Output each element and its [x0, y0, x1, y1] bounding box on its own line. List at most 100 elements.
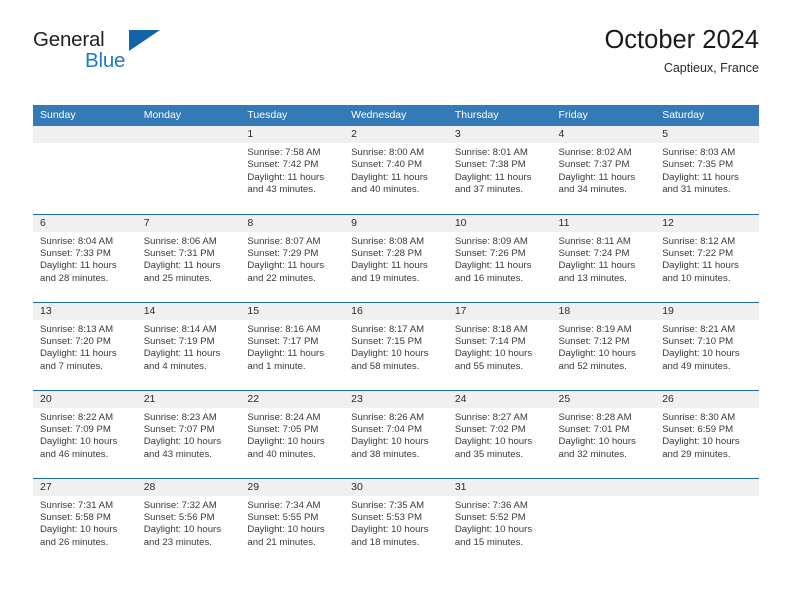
sunrise-text: Sunrise: 7:34 AM [247, 499, 321, 511]
calendar-day-cell[interactable]: 8 Sunrise: 8:07 AM Sunset: 7:29 PM Daylight… [240, 213, 345, 302]
daylight-text-line2: and 4 minutes. [143, 360, 207, 372]
daylight-text-line2: and 37 minutes. [454, 184, 524, 196]
calendar-day-cell[interactable]: 18 Sunrise: 8:19 AM Sunset: 7:12 PM Dayligh… [551, 301, 656, 390]
day-sun-info: Sunrise: 8:21 AM Sunset: 7:10 PM Daylight:… [655, 320, 759, 374]
day-number: 27 [33, 478, 137, 496]
sunrise-text: Sunrise: 8:08 AM [351, 235, 425, 247]
sunset-text: Sunset: 7:33 PM [40, 247, 111, 259]
calendar-day-cell[interactable]: 13 Sunrise: 8:13 AM Sunset: 7:20 PM Dayligh… [33, 301, 137, 390]
day-number: 19 [655, 302, 759, 320]
sunrise-text: Sunrise: 8:07 AM [247, 235, 321, 247]
daylight-text-line2: and 7 minutes. [40, 360, 103, 372]
sunrise-text: Sunrise: 8:00 AM [351, 147, 425, 158]
sunrise-text: Sunrise: 8:30 AM [662, 411, 736, 423]
weekday-header-monday: Monday [136, 105, 241, 126]
day-number: 4 [551, 126, 656, 143]
day-number [551, 478, 656, 496]
daylight-text-line2: and 46 minutes. [40, 448, 109, 460]
calendar-day-cell[interactable]: 29 Sunrise: 7:34 AM Sunset: 5:55 PM Dayligh… [240, 477, 345, 566]
daylight-text-line1: Daylight: 11 hours [247, 348, 325, 360]
sunrise-text: Sunrise: 8:19 AM [558, 323, 632, 335]
logo-triangle-icon [129, 30, 160, 51]
calendar-day-cell[interactable]: 7 Sunrise: 8:06 AM Sunset: 7:31 PM Daylight… [136, 213, 241, 302]
sunrise-text: Sunrise: 8:13 AM [40, 323, 114, 335]
sunset-text: Sunset: 6:59 PM [662, 423, 734, 435]
calendar-body: 1 Sunrise: 7:58 AM Sunset: 7:42 PM Daylight… [33, 126, 759, 566]
day-sun-info: Sunrise: 8:08 AM Sunset: 7:28 PM Daylight:… [344, 232, 448, 286]
day-sun-info: Sunrise: 8:14 AM Sunset: 7:19 PM Daylight:… [137, 320, 241, 374]
daylight-text-line1: Daylight: 11 hours [558, 171, 636, 183]
day-sun-info: Sunrise: 8:06 AM Sunset: 7:31 PM Daylight:… [137, 232, 241, 286]
day-number: 18 [551, 302, 656, 320]
sunset-text: Sunset: 7:28 PM [351, 247, 423, 259]
sunrise-text: Sunrise: 7:35 AM [351, 499, 425, 511]
sunset-text: Sunset: 7:40 PM [351, 159, 423, 171]
day-sun-info: Sunrise: 8:17 AM Sunset: 7:15 PM Daylight:… [344, 320, 448, 374]
calendar-day-cell[interactable]: 27 Sunrise: 7:31 AM Sunset: 5:58 PM Dayligh… [33, 477, 137, 566]
calendar-day-cell[interactable]: 22 Sunrise: 8:24 AM Sunset: 7:05 PM Dayligh… [240, 389, 345, 478]
sunset-text: Sunset: 7:22 PM [662, 247, 734, 259]
calendar-day-cell[interactable]: 10 Sunrise: 8:09 AM Sunset: 7:26 PM Dayligh… [447, 213, 552, 302]
day-sun-info: Sunrise: 8:18 AM Sunset: 7:14 PM Daylight:… [448, 320, 552, 374]
calendar-day-cell[interactable]: 31 Sunrise: 7:36 AM Sunset: 5:52 PM Dayligh… [447, 477, 552, 566]
day-number [655, 478, 759, 496]
sunset-text: Sunset: 7:07 PM [143, 423, 215, 435]
calendar-day-cell[interactable]: 15 Sunrise: 8:16 AM Sunset: 7:17 PM Dayligh… [240, 301, 345, 390]
day-number: 28 [136, 478, 241, 496]
calendar-day-cell[interactable]: 19 Sunrise: 8:21 AM Sunset: 7:10 PM Dayligh… [655, 301, 759, 390]
day-number: 23 [344, 390, 448, 408]
weekday-header-saturday: Saturday [655, 105, 759, 126]
calendar-day-cell[interactable]: 28 Sunrise: 7:32 AM Sunset: 5:56 PM Dayligh… [136, 477, 241, 566]
calendar-day-cell[interactable]: 3 Sunrise: 8:01 AM Sunset: 7:38 PM Daylight… [447, 126, 552, 214]
sunrise-text: Sunrise: 8:06 AM [143, 235, 217, 247]
calendar-week-row: 27 Sunrise: 7:31 AM Sunset: 5:58 PM Dayligh… [33, 477, 759, 566]
day-sun-info: Sunrise: 8:00 AM Sunset: 7:40 PM Daylight:… [344, 143, 448, 197]
weekday-header-wednesday: Wednesday [344, 105, 448, 126]
calendar-day-cell[interactable]: 12 Sunrise: 8:12 AM Sunset: 7:22 PM Dayligh… [655, 213, 759, 302]
calendar-day-cell[interactable]: 23 Sunrise: 8:26 AM Sunset: 7:04 PM Dayligh… [344, 389, 448, 478]
calendar-day-cell[interactable]: 20 Sunrise: 8:22 AM Sunset: 7:09 PM Dayligh… [33, 389, 137, 478]
day-sun-info: Sunrise: 8:07 AM Sunset: 7:29 PM Daylight:… [240, 232, 344, 286]
day-number: 31 [447, 478, 552, 496]
calendar-day-cell[interactable]: 30 Sunrise: 7:35 AM Sunset: 5:53 PM Dayligh… [344, 477, 448, 566]
calendar-day-cell[interactable]: 16 Sunrise: 8:17 AM Sunset: 7:15 PM Dayligh… [344, 301, 448, 390]
weekday-header-thursday: Thursday [447, 105, 552, 126]
sunrise-text: Sunrise: 7:31 AM [40, 499, 114, 511]
calendar-day-cell[interactable]: 9 Sunrise: 8:08 AM Sunset: 7:28 PM Daylight… [344, 213, 448, 302]
sunset-text: Sunset: 7:20 PM [40, 335, 111, 347]
calendar-day-cell[interactable]: 24 Sunrise: 8:27 AM Sunset: 7:02 PM Dayligh… [447, 389, 552, 478]
day-sun-info: Sunrise: 8:12 AM Sunset: 7:22 PM Daylight:… [655, 232, 759, 286]
day-sun-info: Sunrise: 8:04 AM Sunset: 7:33 PM Daylight:… [33, 232, 137, 286]
sunset-text: Sunset: 7:19 PM [143, 335, 215, 347]
calendar-day-cell[interactable]: 1 Sunrise: 7:58 AM Sunset: 7:42 PM Daylight… [240, 126, 345, 214]
calendar-day-cell[interactable]: 6 Sunrise: 8:04 AM Sunset: 7:33 PM Daylight… [33, 213, 137, 302]
general-blue-logo[interactable]: General Blue [33, 28, 163, 84]
calendar-day-cell[interactable]: 14 Sunrise: 8:14 AM Sunset: 7:19 PM Dayligh… [136, 301, 241, 390]
calendar-day-cell[interactable]: 11 Sunrise: 8:11 AM Sunset: 7:24 PM Dayligh… [551, 213, 656, 302]
day-sun-info: Sunrise: 8:01 AM Sunset: 7:38 PM Daylight:… [448, 143, 552, 197]
calendar-day-cell[interactable]: 4 Sunrise: 8:02 AM Sunset: 7:37 PM Daylight… [551, 126, 656, 214]
sunrise-text: Sunrise: 8:03 AM [662, 147, 736, 158]
day-number: 25 [551, 390, 656, 408]
calendar-day-cell[interactable]: 2 Sunrise: 8:00 AM Sunset: 7:40 PM Daylight… [344, 126, 448, 214]
calendar-day-cell[interactable]: 17 Sunrise: 8:18 AM Sunset: 7:14 PM Dayligh… [447, 301, 552, 390]
sunset-text: Sunset: 5:55 PM [247, 511, 319, 523]
day-number: 3 [447, 126, 552, 143]
calendar-day-cell[interactable]: 25 Sunrise: 8:28 AM Sunset: 7:01 PM Dayligh… [551, 389, 656, 478]
sunset-text: Sunset: 7:15 PM [351, 335, 423, 347]
sunrise-text: Sunrise: 8:02 AM [558, 147, 632, 158]
daylight-text-line1: Daylight: 10 hours [351, 524, 429, 536]
sunset-text: Sunset: 7:12 PM [558, 335, 630, 347]
day-sun-info: Sunrise: 7:36 AM Sunset: 5:52 PM Daylight:… [448, 496, 552, 550]
sunset-text: Sunset: 7:02 PM [454, 423, 526, 435]
daylight-text-line1: Daylight: 11 hours [351, 260, 428, 272]
daylight-text-line1: Daylight: 11 hours [558, 260, 636, 272]
calendar-day-cell[interactable]: 21 Sunrise: 8:23 AM Sunset: 7:07 PM Dayligh… [136, 389, 241, 478]
day-number: 5 [655, 126, 759, 143]
day-sun-info: Sunrise: 8:03 AM Sunset: 7:35 PM Daylight:… [655, 143, 759, 197]
daylight-text-line1: Daylight: 10 hours [454, 436, 533, 448]
calendar-day-cell[interactable]: 26 Sunrise: 8:30 AM Sunset: 6:59 PM Dayligh… [655, 389, 759, 478]
calendar-day-cell[interactable]: 5 Sunrise: 8:03 AM Sunset: 7:35 PM Daylight… [655, 126, 759, 214]
daylight-text-line1: Daylight: 10 hours [40, 436, 118, 448]
daylight-text-line1: Daylight: 10 hours [558, 348, 636, 360]
